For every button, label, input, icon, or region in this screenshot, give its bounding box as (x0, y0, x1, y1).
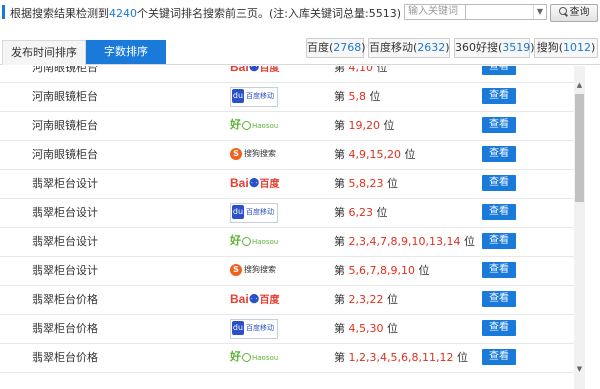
sogou-logo: S 搜狗搜索 (230, 145, 276, 163)
search-icon (558, 7, 567, 15)
scrollbar-thumb[interactable] (575, 94, 584, 202)
table-row: 翡翠柜台价格 du 百度移动 第 4,5,30 位 查看 (0, 314, 574, 344)
summary-accent-bar (2, 5, 5, 19)
view-button[interactable]: 查看 (482, 204, 516, 220)
rank-cell: 第 2,3,4,7,8,9,10,13,14 位 (334, 235, 475, 248)
view-button[interactable]: 查看 (482, 262, 516, 278)
tab-publish-time-sort[interactable]: 发布时间排序 (2, 40, 86, 65)
haosou-logo: 好 Haosou (230, 234, 279, 247)
summary-bar: 根据搜索结果检测到4240个关键词排名搜索前三页。(注:入库关键词总量:5513… (0, 0, 600, 24)
ranking-table: 河南眼镜柜台 Bai⚉百度 第 4,10 位 查看 河南眼镜柜台 du 百度移动 … (0, 66, 574, 389)
table-scrollbar[interactable]: ▲ ▼ (574, 66, 585, 389)
keyword-cell: 河南眼镜柜台 (32, 90, 98, 103)
summary-text: 根据搜索结果检测到4240个关键词排名搜索前三页。(注:入库关键词总量:5513… (10, 5, 401, 21)
baidu-logo: Bai⚉百度 (230, 66, 280, 74)
keyword-cell: 翡翠柜台价格 (32, 322, 98, 335)
sogou-logo: S 搜狗搜索 (230, 261, 276, 279)
baidu-mobile-logo: du 百度移动 (230, 87, 278, 107)
scroll-down-arrow-icon[interactable]: ▼ (574, 364, 585, 375)
summary-prefix: 根据搜索结果检测到 (10, 7, 109, 20)
keyword-cell: 翡翠柜台设计 (32, 235, 98, 248)
table-row: 翡翠柜台价格 好 Haosou 第 1,2,3,4,5,6,8,11,12 位 查… (0, 343, 574, 373)
engine-tab-count: 3519 (502, 41, 531, 54)
rank-cell: 第 1,2,3,4,5,6,8,11,12 位 (334, 351, 468, 364)
scroll-up-arrow-icon[interactable]: ▲ (574, 80, 585, 91)
view-button[interactable]: 查看 (482, 66, 516, 75)
rank-cell: 第 4,10 位 (334, 66, 388, 74)
baidu-logo: Bai⚉百度 (230, 176, 280, 190)
keyword-count: 4240 (109, 7, 137, 20)
table-row: 河南眼镜柜台 S 搜狗搜索 第 4,9,15,20 位 查看 (0, 140, 574, 170)
keyword-cell: 翡翠柜台设计 (32, 206, 98, 219)
view-button[interactable]: 查看 (482, 88, 516, 104)
baidu-logo: Bai⚉百度 (230, 292, 280, 306)
table-row: 河南眼镜柜台 Bai⚉百度 第 4,10 位 查看 (0, 66, 574, 83)
view-button[interactable]: 查看 (482, 175, 516, 191)
keyword-cell: 河南眼镜柜台 (32, 148, 98, 161)
summary-suffix: 个关键词排名搜索前三页。(注:入库关键词总量:5513) (137, 7, 401, 20)
engine-tab-name: 搜狗 (536, 41, 559, 54)
tabs-row: 发布时间排序 字数排序 百度(2768) 百度移动(2632) 360好搜(35… (0, 38, 600, 65)
rank-cell: 第 5,8 位 (334, 90, 381, 103)
baidu-mobile-logo: du 百度移动 (230, 203, 278, 223)
table-row: 河南眼镜柜台 好 Haosou 第 19,20 位 查看 (0, 111, 574, 141)
chevron-down-icon: ▼ (533, 5, 546, 19)
view-button[interactable]: 查看 (482, 291, 516, 307)
table-row: 河南眼镜柜台 du 百度移动 第 5,8 位 查看 (0, 82, 574, 112)
engine-tab-360[interactable]: 360好搜(3519) (454, 38, 535, 58)
keyword-cell: 翡翠柜台价格 (32, 351, 98, 364)
query-button-label: 查询 (569, 7, 590, 18)
view-button[interactable]: 查看 (482, 320, 516, 336)
engine-tab-baidu[interactable]: 百度(2768) (306, 38, 366, 58)
keyword-search-input[interactable]: 输入关键词 (404, 4, 468, 20)
engine-tab-sogou[interactable]: 搜狗(1012) (534, 38, 598, 58)
table-row: 翡翠柜台设计 S 搜狗搜索 第 5,6,7,8,9,10 位 查看 (0, 256, 574, 286)
table-row: 翡翠柜台设计 好 Haosou 第 2,3,4,7,8,9,10,13,14 位 … (0, 227, 574, 257)
engine-tab-count: 2768 (333, 41, 362, 54)
engine-tab-name: 百度移动 (369, 41, 413, 54)
query-button[interactable]: 查询 (550, 4, 598, 22)
engine-tab-name: 360好搜 (455, 41, 498, 54)
haosou-logo: 好 Haosou (230, 118, 279, 131)
engine-select[interactable]: ▼ (465, 4, 547, 20)
haosou-logo: 好 Haosou (230, 350, 279, 363)
rank-cell: 第 6,23 位 (334, 206, 388, 219)
view-button[interactable]: 查看 (482, 233, 516, 249)
rank-cell: 第 5,6,7,8,9,10 位 (334, 264, 430, 277)
engine-tab-baidu-mobile[interactable]: 百度移动(2632) (368, 38, 450, 58)
view-button[interactable]: 查看 (482, 349, 516, 365)
engine-tab-name: 百度 (307, 41, 329, 54)
table-row: 翡翠柜台设计 du 百度移动 第 6,23 位 查看 (0, 198, 574, 228)
keyword-cell: 翡翠柜台设计 (32, 177, 98, 190)
keyword-cell: 河南眼镜柜台 (32, 66, 98, 74)
table-row: 翡翠柜台价格 Bai⚉百度 第 2,3,22 位 查看 (0, 285, 574, 315)
view-button[interactable]: 查看 (482, 146, 516, 162)
keyword-cell: 翡翠柜台价格 (32, 293, 98, 306)
engine-tab-count: 2632 (417, 41, 446, 54)
rank-cell: 第 4,5,30 位 (334, 322, 398, 335)
engine-tab-count: 1012 (563, 41, 591, 54)
view-button[interactable]: 查看 (482, 117, 516, 133)
rank-cell: 第 19,20 位 (334, 119, 395, 132)
baidu-mobile-logo: du 百度移动 (230, 319, 278, 339)
rank-cell: 第 5,8,23 位 (334, 177, 398, 190)
rank-cell: 第 4,9,15,20 位 (334, 148, 416, 161)
tab-word-count-sort[interactable]: 字数排序 (86, 40, 166, 64)
table-row: 翡翠柜台设计 Bai⚉百度 第 5,8,23 位 查看 (0, 169, 574, 199)
keyword-cell: 翡翠柜台设计 (32, 264, 98, 277)
keyword-cell: 河南眼镜柜台 (32, 119, 98, 132)
rank-cell: 第 2,3,22 位 (334, 293, 398, 306)
